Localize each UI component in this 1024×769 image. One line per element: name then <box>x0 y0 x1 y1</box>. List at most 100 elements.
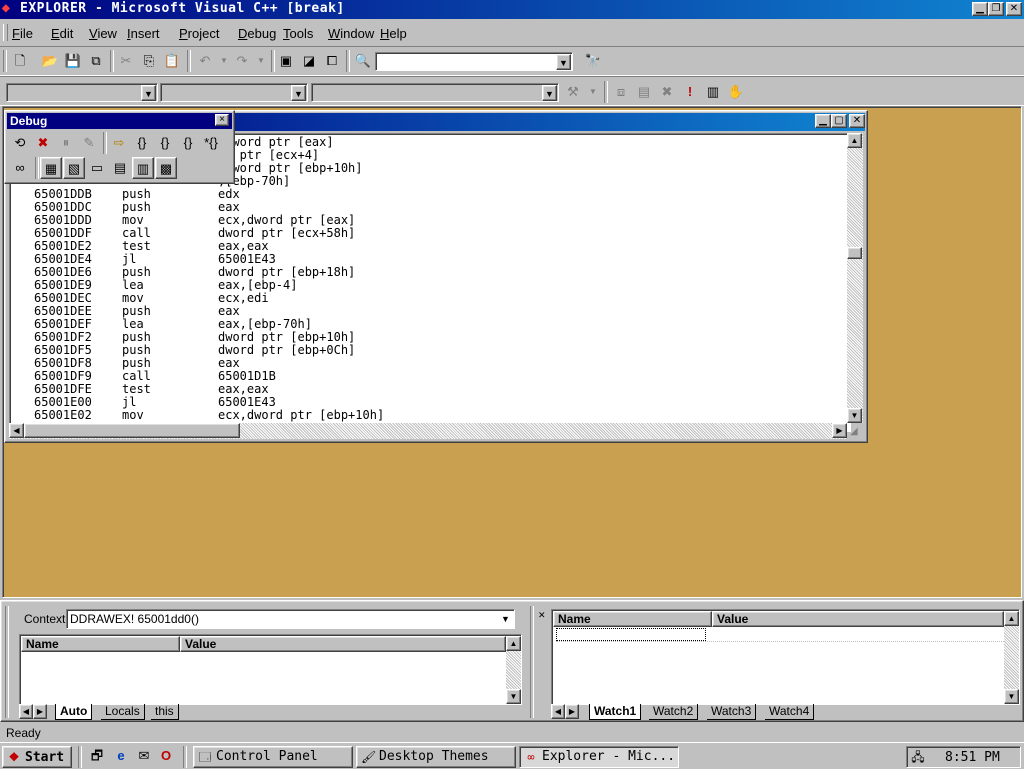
watch-window-icon[interactable]: ▦ <box>40 157 62 179</box>
open-folder-icon[interactable]: 📂 <box>39 50 61 72</box>
menu-help[interactable]: Help <box>380 26 407 41</box>
compile-icon[interactable]: ⧈ <box>610 81 632 103</box>
scroll-up-icon[interactable]: ▲ <box>1004 611 1019 626</box>
maximize-button[interactable]: ▢ <box>831 114 847 128</box>
toolbar-grip[interactable] <box>3 50 7 72</box>
debug-toolbar-caption[interactable]: Debug <box>7 113 232 129</box>
vertical-scrollbar[interactable]: ▲ ▼ <box>847 133 863 423</box>
tab-watch3[interactable]: Watch3 <box>707 704 757 720</box>
tab-scroll-left-icon[interactable]: ◀ <box>551 704 565 719</box>
menu-project[interactable]: Project <box>179 26 219 41</box>
class-combo[interactable]: ▼ <box>6 83 158 102</box>
quickwatch-icon[interactable]: ∞ <box>9 157 31 179</box>
chevron-down-icon[interactable]: ▼ <box>291 85 306 101</box>
find-combo[interactable]: ▼ <box>375 52 573 71</box>
cut-icon[interactable]: ✂ <box>115 50 137 72</box>
tab-watch4[interactable]: Watch4 <box>765 704 815 720</box>
save-all-icon[interactable]: ⧉ <box>85 50 107 72</box>
scroll-thumb[interactable] <box>847 247 862 259</box>
find-in-files-icon[interactable]: 🔍 <box>352 50 374 72</box>
close-button[interactable]: ✕ <box>1006 2 1022 16</box>
scroll-down-icon[interactable]: ▼ <box>847 408 862 423</box>
run-to-cursor-icon[interactable]: *{} <box>200 132 222 154</box>
internet-explorer-icon[interactable]: e <box>110 745 132 767</box>
scroll-right-icon[interactable]: ▶ <box>832 423 847 438</box>
disassembly-icon[interactable]: ▩ <box>155 157 177 179</box>
copy-icon[interactable]: ⎘ <box>138 50 160 72</box>
tab-this[interactable]: this <box>151 704 179 720</box>
apply-code-changes-icon[interactable]: ✎ <box>78 132 100 154</box>
menu-edit[interactable]: Edit <box>51 26 73 41</box>
task-explorer[interactable]: ∞ Explorer - Mic... <box>519 746 679 768</box>
variables-list[interactable]: Name Value ▲ ▼ <box>19 634 522 705</box>
show-next-statement-icon[interactable]: ⇨ <box>108 132 130 154</box>
pane-splitter[interactable] <box>530 606 534 718</box>
break-execution-icon[interactable]: ⏸ <box>55 132 77 154</box>
build-icon[interactable]: ▤ <box>633 81 655 103</box>
menu-insert[interactable]: Insert <box>127 26 160 41</box>
go-icon[interactable]: ▥ <box>702 81 724 103</box>
minimize-button[interactable]: ▁ <box>815 114 831 128</box>
tab-locals[interactable]: Locals <box>101 704 145 720</box>
column-name-header[interactable]: Name <box>553 611 712 627</box>
scroll-down-icon[interactable]: ▼ <box>506 689 521 704</box>
chevron-down-icon[interactable]: ▼ <box>542 85 557 101</box>
menu-file[interactable]: File <box>12 26 33 41</box>
chevron-down-icon[interactable]: ▼ <box>498 611 513 627</box>
redo-dropdown-icon[interactable]: ▼ <box>250 50 272 72</box>
app-icon[interactable]: ◆ <box>2 3 16 15</box>
scroll-left-icon[interactable]: ◀ <box>9 423 24 438</box>
horizontal-scrollbar[interactable]: ◀ ▶ <box>9 423 847 439</box>
tab-scroll-left-icon[interactable]: ◀ <box>19 704 33 719</box>
chevron-down-icon[interactable]: ▼ <box>556 54 571 70</box>
close-button[interactable]: × <box>215 114 229 126</box>
scroll-up-icon[interactable]: ▲ <box>847 133 862 148</box>
start-button[interactable]: ❖ Start <box>2 746 72 768</box>
tab-watch2[interactable]: Watch2 <box>649 704 699 720</box>
step-over-icon[interactable]: {} <box>154 132 176 154</box>
clock[interactable]: 8:51 PM <box>945 750 1000 765</box>
minimize-button[interactable]: ▁ <box>972 2 988 16</box>
size-grip-icon[interactable]: ◢ <box>850 426 862 438</box>
tab-scroll-right-icon[interactable]: ▶ <box>33 704 47 719</box>
task-desktop-themes[interactable]: 🖌 Desktop Themes <box>356 746 516 768</box>
breakpoint-hand-icon[interactable]: ✋ <box>725 81 747 103</box>
wizard-dropdown-icon[interactable]: ▼ <box>582 81 604 103</box>
step-out-icon[interactable]: {} <box>177 132 199 154</box>
workspace-icon[interactable]: ▣ <box>275 50 297 72</box>
outlook-express-icon[interactable]: ✉ <box>133 745 155 767</box>
close-button[interactable]: ✕ <box>849 114 865 128</box>
members-combo[interactable]: ▼ <box>311 83 559 102</box>
registers-window-icon[interactable]: ▭ <box>86 157 108 179</box>
new-file-icon[interactable]: 🗋 <box>9 50 31 72</box>
call-stack-icon[interactable]: ▥ <box>132 157 154 179</box>
scroll-thumb[interactable] <box>24 423 240 438</box>
filter-combo[interactable]: ▼ <box>160 83 308 102</box>
paste-icon[interactable]: 📋 <box>161 50 183 72</box>
vertical-scrollbar[interactable]: ▲ ▼ <box>1004 611 1019 704</box>
step-into-icon[interactable]: {} <box>131 132 153 154</box>
menu-window[interactable]: Window <box>328 26 374 41</box>
show-desktop-icon[interactable]: 🗗 <box>86 745 108 767</box>
tab-auto[interactable]: Auto <box>55 704 93 720</box>
menu-grip[interactable] <box>3 24 8 41</box>
variables-window-icon[interactable]: ▧ <box>63 157 85 179</box>
window-list-icon[interactable]: ⧠ <box>321 50 343 72</box>
opera-icon[interactable]: O <box>155 745 177 767</box>
stop-build-icon[interactable]: ✖ <box>656 81 678 103</box>
chevron-down-icon[interactable]: ▼ <box>141 85 156 101</box>
watch-list[interactable]: Name Value ▲ ▼ <box>551 609 1020 705</box>
tab-watch1[interactable]: Watch1 <box>589 704 642 720</box>
column-name-header[interactable]: Name <box>21 636 180 652</box>
memory-window-icon[interactable]: ▤ <box>109 157 131 179</box>
scroll-down-icon[interactable]: ▼ <box>1004 689 1019 704</box>
title-bar[interactable]: ◆ EXPLORER - Microsoft Visual C++ [break… <box>0 0 1024 19</box>
task-control-panel[interactable]: 🗔 Control Panel <box>193 746 353 768</box>
menu-view[interactable]: View <box>89 26 117 41</box>
restore-button[interactable]: ❐ <box>988 2 1004 16</box>
output-icon[interactable]: ◪ <box>298 50 320 72</box>
restart-icon[interactable]: ⟲ <box>9 132 31 154</box>
tab-scroll-right-icon[interactable]: ▶ <box>565 704 579 719</box>
column-value-header[interactable]: Value <box>712 611 1004 627</box>
vertical-scrollbar[interactable]: ▲ ▼ <box>506 636 521 704</box>
